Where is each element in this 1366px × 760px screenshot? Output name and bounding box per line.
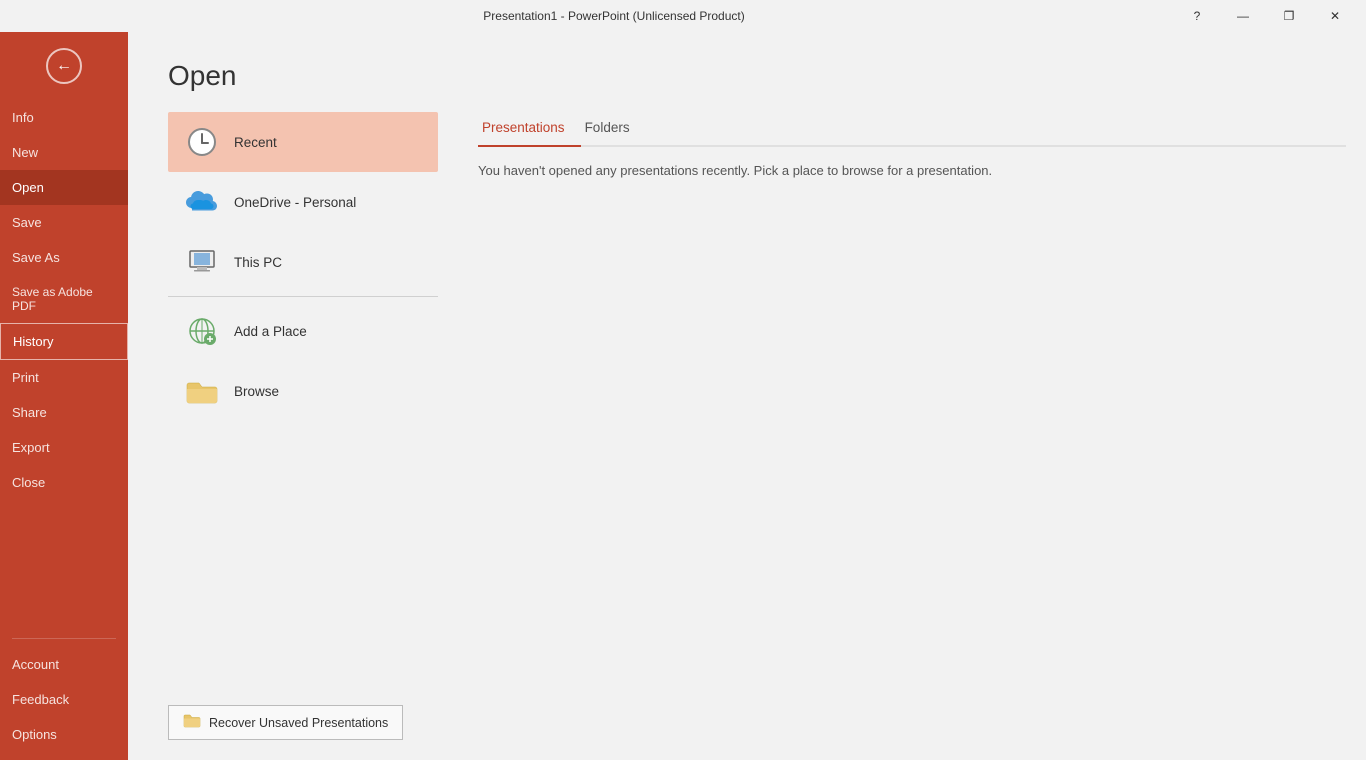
add-place-icon — [184, 313, 220, 349]
close-button[interactable]: ✕ — [1312, 0, 1358, 32]
sidebar-item-close[interactable]: Close — [0, 465, 128, 500]
sidebar-item-save[interactable]: Save — [0, 205, 128, 240]
recover-folder-icon — [183, 712, 201, 733]
empty-message: You haven't opened any presentations rec… — [478, 163, 1346, 178]
sidebar-item-print[interactable]: Print — [0, 360, 128, 395]
location-onedrive-label: OneDrive - Personal — [234, 195, 356, 210]
sidebar-item-new[interactable]: New — [0, 135, 128, 170]
titlebar-controls: ? — ❐ ✕ — [1174, 0, 1358, 32]
sidebar-divider — [12, 638, 116, 639]
sidebar-nav: Info New Open Save Save As Save as Adobe… — [0, 100, 128, 630]
location-onedrive[interactable]: OneDrive - Personal — [168, 172, 438, 232]
recover-bar: Recover Unsaved Presentations — [128, 689, 1366, 760]
location-this-pc[interactable]: This PC — [168, 232, 438, 292]
sidebar-item-export[interactable]: Export — [0, 430, 128, 465]
maximize-button[interactable]: ❐ — [1266, 0, 1312, 32]
sidebar-item-account[interactable]: Account — [0, 647, 128, 682]
location-recent-label: Recent — [234, 135, 277, 150]
back-button[interactable]: ← — [0, 32, 128, 100]
app-body: ← Info New Open Save Save As Save as Ado… — [0, 32, 1366, 760]
this-pc-icon — [184, 244, 220, 280]
location-browse-label: Browse — [234, 384, 279, 399]
location-add-place-label: Add a Place — [234, 324, 307, 339]
recover-label: Recover Unsaved Presentations — [209, 716, 388, 730]
page-title: Open — [128, 32, 1366, 112]
help-button[interactable]: ? — [1174, 0, 1220, 32]
recent-panel: Presentations Folders You haven't opened… — [458, 112, 1366, 689]
open-layout: Recent OneDrive - Personal — [128, 112, 1366, 689]
tab-folders[interactable]: Folders — [581, 112, 646, 147]
sidebar-item-history[interactable]: History — [0, 323, 128, 360]
back-arrow-icon: ← — [46, 48, 82, 84]
sidebar-item-share[interactable]: Share — [0, 395, 128, 430]
titlebar: Presentation1 - PowerPoint (Unlicensed P… — [0, 0, 1366, 32]
titlebar-title: Presentation1 - PowerPoint (Unlicensed P… — [54, 9, 1174, 23]
location-browse[interactable]: Browse — [168, 361, 438, 421]
location-add-place[interactable]: Add a Place — [168, 301, 438, 361]
minimize-button[interactable]: — — [1220, 0, 1266, 32]
tabs: Presentations Folders — [478, 112, 1346, 147]
sidebar: ← Info New Open Save Save As Save as Ado… — [0, 32, 128, 760]
sidebar-item-options[interactable]: Options — [0, 717, 128, 752]
recover-button[interactable]: Recover Unsaved Presentations — [168, 705, 403, 740]
sidebar-bottom: Account Feedback Options — [0, 630, 128, 760]
sidebar-item-feedback[interactable]: Feedback — [0, 682, 128, 717]
onedrive-icon — [184, 184, 220, 220]
location-recent[interactable]: Recent — [168, 112, 438, 172]
location-this-pc-label: This PC — [234, 255, 282, 270]
content-area: Open Recent — [128, 32, 1366, 760]
sidebar-item-save-as[interactable]: Save As — [0, 240, 128, 275]
browse-icon — [184, 373, 220, 409]
sidebar-item-save-as-pdf[interactable]: Save as Adobe PDF — [0, 275, 128, 323]
tab-presentations[interactable]: Presentations — [478, 112, 581, 147]
clock-icon — [184, 124, 220, 160]
locations-panel: Recent OneDrive - Personal — [128, 112, 458, 689]
sidebar-item-info[interactable]: Info — [0, 100, 128, 135]
sidebar-item-open[interactable]: Open — [0, 170, 128, 205]
location-divider — [168, 296, 438, 297]
